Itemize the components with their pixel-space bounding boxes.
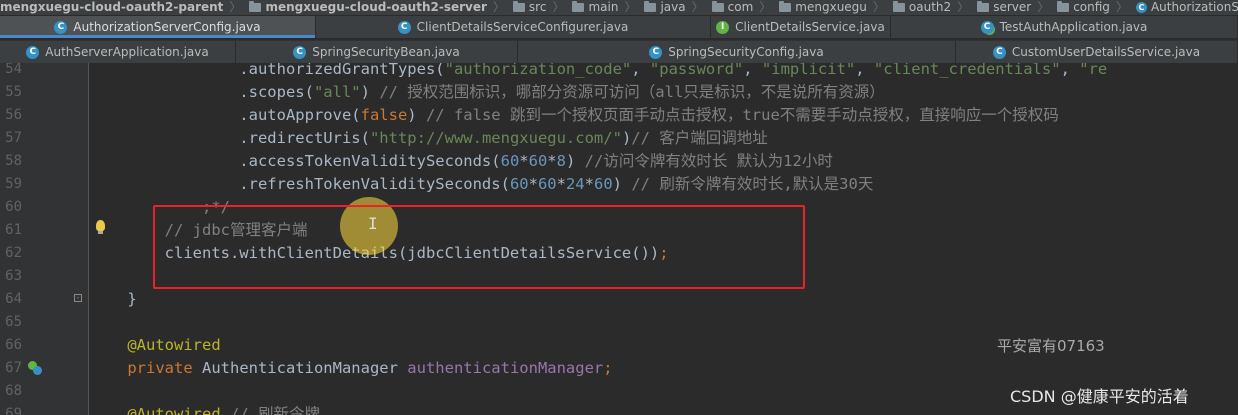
line-number: 67 (5, 360, 22, 376)
breadcrumb-separator: 〉 (872, 0, 885, 14)
bean-icon-part (33, 366, 42, 375)
line-number: 66 (5, 337, 22, 353)
breadcrumb-item-server-pkg[interactable]: server (971, 1, 1035, 14)
class-icon: C (26, 45, 40, 59)
breadcrumb-item-java[interactable]: java (638, 1, 689, 14)
breadcrumb-separator: 〉 (624, 0, 637, 14)
breadcrumb-item-oauth2[interactable]: oauth2 (887, 1, 955, 14)
code-line[interactable]: 59 .refreshTokenValiditySeconds(60*60*24… (0, 173, 1238, 196)
bean-navigation-icon[interactable] (28, 361, 42, 375)
tab-custom-user-details-service[interactable]: C CustomUserDetailsService.java (956, 41, 1238, 63)
code-text: .authorizedGrantTypes("authorization_cod… (90, 63, 1108, 78)
tab-client-details-service[interactable]: I ClientDetailsService.java (711, 16, 891, 38)
line-number: 64 (5, 291, 22, 307)
breadcrumb-separator: 〉 (957, 0, 970, 14)
code-text: .scopes("all") // 授权范围标识，哪部分资源可访问（all只是标… (90, 83, 885, 101)
folder-icon (249, 1, 262, 12)
code-line[interactable]: 55 .scopes("all") // 授权范围标识，哪部分资源可访问（all… (0, 81, 1238, 104)
tab-test-auth-application[interactable]: C TestAuthApplication.java (891, 16, 1238, 38)
line-number: 68 (5, 383, 22, 399)
folder-icon (779, 1, 792, 12)
line-number: 56 (5, 107, 22, 123)
highlight-annotation-box (153, 205, 805, 289)
code-text: .autoApprove(false) // false 跳到一个授权页面手动点… (90, 106, 1059, 124)
breadcrumb-separator: 〉 (759, 0, 772, 14)
folder-icon (977, 1, 990, 12)
breadcrumb-item-com[interactable]: com (706, 1, 758, 14)
folder-icon (1057, 1, 1070, 12)
tab-auth-server-application[interactable]: C AuthServerApplication.java (0, 41, 236, 63)
line-number: 61 (5, 222, 22, 238)
folder-icon (711, 1, 724, 12)
breadcrumb-item-main[interactable]: main (566, 1, 622, 14)
folder-icon (512, 1, 525, 12)
tab-client-details-service-configurer[interactable]: C ClientDetailsServiceConfigurer.java (316, 16, 711, 38)
class-icon: C (992, 45, 1006, 59)
editor-tabs-row-1: C AuthorizationServerConfig.java C ClientD… (0, 16, 1238, 38)
tab-authorization-server-config[interactable]: C AuthorizationServerConfig.java (0, 16, 316, 38)
code-text: private AuthenticationManager authentica… (127, 359, 613, 377)
code-text: @Autowired (90, 336, 221, 354)
breadcrumb-item-parent[interactable]: mengxuegu-cloud-oauth2-parent (0, 1, 227, 14)
breadcrumb-separator: 〉 (552, 0, 565, 14)
watermark-csdn: CSDN @健康平安的活着 (1010, 387, 1189, 406)
editor-tabs-row-2: C AuthServerApplication.java C SpringSecur… (0, 40, 1238, 64)
line-number: 63 (5, 268, 22, 284)
breadcrumb-separator: 〉 (492, 0, 505, 14)
line-number: 65 (5, 314, 22, 330)
line-number: 58 (5, 153, 22, 169)
code-line[interactable]: 56 .autoApprove(false) // false 跳到一个授权页面… (0, 104, 1238, 127)
breadcrumb-item-src[interactable]: src (507, 1, 551, 14)
code-line[interactable]: 67 private AuthenticationManager authent… (0, 357, 1238, 380)
breadcrumb-separator: 〉 (229, 0, 242, 14)
breadcrumb-separator: 〉 (691, 0, 704, 14)
code-text: .redirectUris("http://www.mengxuegu.com/… (90, 129, 768, 147)
code-text: @Autowired // 刷新令牌 (127, 405, 320, 415)
code-line[interactable]: 54 .authorizedGrantTypes("authorization_… (0, 63, 1238, 81)
line-number: 60 (5, 199, 22, 215)
fold-icon[interactable]: - (74, 294, 82, 302)
folder-icon (644, 1, 657, 12)
code-text: .accessTokenValiditySeconds(60*60*8) //访… (90, 152, 833, 170)
class-icon: C (397, 20, 411, 34)
lightbulb-icon[interactable] (96, 220, 105, 234)
line-number: 69 (5, 406, 22, 415)
line-number: 55 (5, 84, 22, 100)
tab-spring-security-bean[interactable]: C SpringSecurityBean.java (236, 41, 518, 63)
breadcrumb-item-mengxuegu[interactable]: mengxuegu (773, 1, 871, 14)
breadcrumb: mengxuegu-cloud-oauth2-parent 〉 mengxuegu… (0, 0, 1238, 16)
breadcrumb-item-server[interactable]: mengxuegu-cloud-oauth2-server (243, 1, 490, 14)
line-number: 57 (5, 130, 22, 146)
breadcrumb-item-config[interactable]: config (1051, 1, 1114, 14)
code-line[interactable]: 58 .accessTokenValiditySeconds(60*60*8) … (0, 150, 1238, 173)
interface-icon: I (716, 20, 730, 34)
code-text: .refreshTokenValiditySeconds(60*60*24*60… (90, 175, 874, 193)
breadcrumb-separator: 〉 (1037, 0, 1050, 14)
watermark-primary: 平安富有07163 (997, 337, 1105, 355)
breadcrumb-separator: 〉 (1115, 0, 1128, 14)
folder-icon (572, 1, 585, 12)
code-line[interactable]: 64 } (0, 288, 1238, 311)
code-editor[interactable]: 54 .authorizedGrantTypes("authorization_… (0, 63, 1238, 415)
test-class-icon: C (980, 20, 994, 34)
class-icon: C (293, 45, 307, 59)
line-number: 54 (5, 63, 22, 77)
code-text: } (90, 290, 137, 308)
folder-icon (892, 1, 905, 12)
class-icon: C (54, 20, 68, 34)
line-number: 59 (5, 176, 22, 192)
code-line[interactable]: 57 .redirectUris("http://www.mengxuegu.c… (0, 127, 1238, 150)
line-number: 62 (5, 245, 22, 261)
tab-spring-security-config[interactable]: C SpringSecurityConfig.java (518, 41, 956, 63)
class-icon: C (649, 45, 663, 59)
class-icon: C (1135, 2, 1147, 13)
breadcrumb-item-class[interactable]: CAuthorizationServerConfig (1130, 1, 1238, 14)
code-line[interactable]: 65 (0, 311, 1238, 334)
